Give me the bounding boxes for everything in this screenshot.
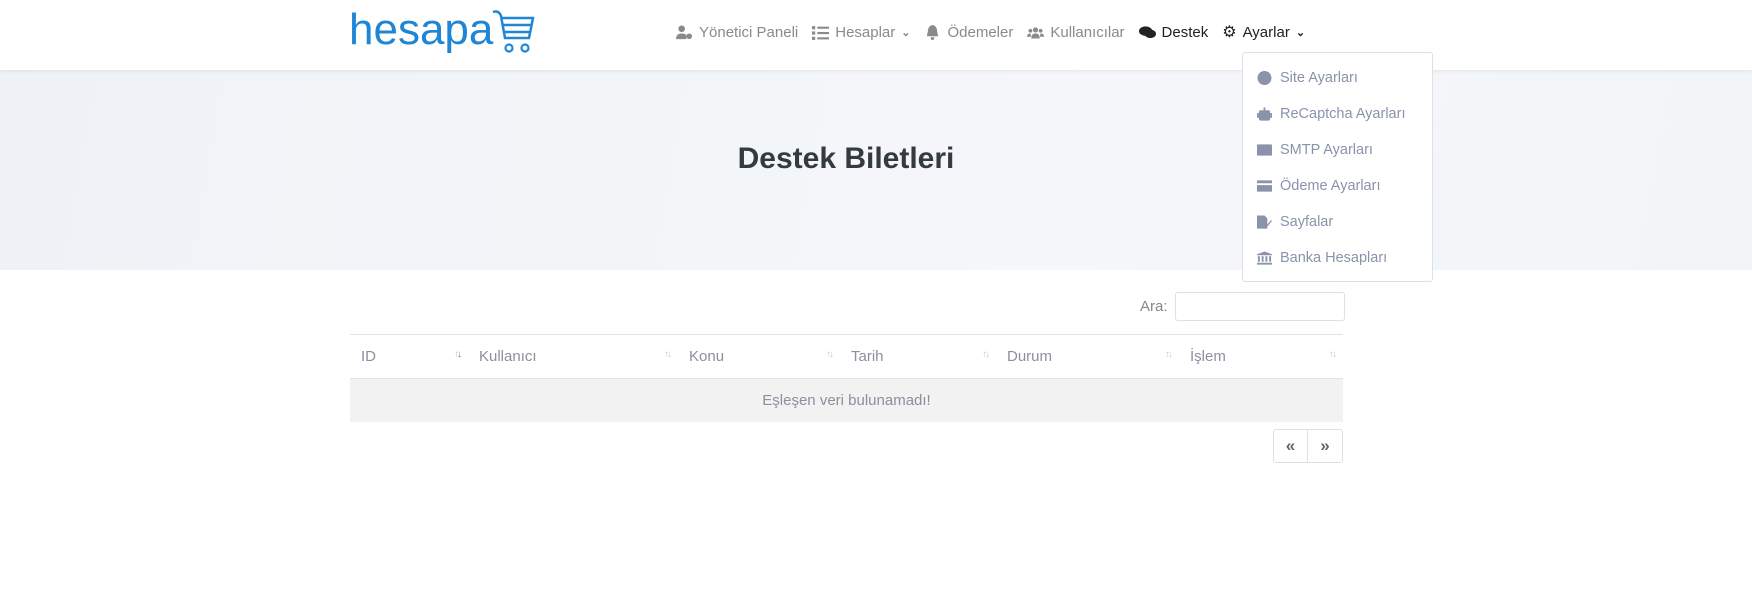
search-box: Ara: xyxy=(1140,292,1345,321)
menu-label: SMTP Ayarları xyxy=(1280,142,1373,158)
nav-ayarlar[interactable]: ⚙ Ayarlar ⌄ xyxy=(1222,22,1305,42)
nav-kullanicilar[interactable]: Kullanıcılar xyxy=(1027,23,1125,41)
nav-odemeler[interactable]: Ödemeler xyxy=(924,24,1013,41)
list-icon xyxy=(812,25,830,40)
search-label: Ara: xyxy=(1140,298,1168,315)
column-label: Kullanıcı xyxy=(479,348,537,365)
user-cog-icon xyxy=(676,24,692,39)
column-header-kullanici[interactable]: Kullanıcı ↑↓ xyxy=(468,334,678,379)
sort-icon: ↑↓ xyxy=(664,349,672,360)
chevron-down-icon: ⌄ xyxy=(1295,26,1306,39)
robot-icon xyxy=(1257,107,1272,121)
nav-hesaplar[interactable]: Hesaplar ⌄ xyxy=(812,24,910,41)
users-icon xyxy=(1027,26,1045,38)
nav-label: Yönetici Paneli xyxy=(699,23,799,41)
file-edit-icon xyxy=(1257,215,1272,229)
menu-label: Site Ayarları xyxy=(1280,70,1358,86)
globe-icon xyxy=(1257,71,1272,85)
menu-banka-hesaplari[interactable]: Banka Hesapları xyxy=(1243,240,1432,276)
envelope-icon xyxy=(1257,144,1272,156)
menu-smtp-ayarlari[interactable]: SMTP Ayarları xyxy=(1243,132,1432,168)
menu-label: Banka Hesapları xyxy=(1280,250,1388,266)
menu-recaptcha-ayarlari[interactable]: ReCaptcha Ayarları xyxy=(1243,96,1432,132)
tickets-table: ID ↑↓ Kullanıcı ↑↓ Konu ↑↓ Tarih ↑↓ Durum ↑↓ … xyxy=(350,334,1343,422)
sort-icon: ↑↓ xyxy=(982,349,990,360)
column-header-id[interactable]: ID ↑↓ xyxy=(350,334,468,379)
column-header-durum[interactable]: Durum ↑↓ xyxy=(996,334,1179,379)
menu-label: Sayfalar xyxy=(1280,214,1334,230)
chevron-down-icon: ⌄ xyxy=(901,26,911,39)
nav-label: Destek xyxy=(1161,23,1209,41)
empty-message: Eşleşen veri bulunamadı! xyxy=(350,378,1343,422)
bank-icon xyxy=(1257,251,1272,265)
nav-yonetici-paneli[interactable]: Yönetici Paneli xyxy=(676,24,798,41)
column-header-konu[interactable]: Konu ↑↓ xyxy=(678,334,840,379)
sort-icon: ↑↓ xyxy=(826,349,834,360)
menu-label: Ödeme Ayarları xyxy=(1280,178,1381,194)
next-page-button[interactable]: » xyxy=(1308,429,1343,463)
nav-label: Kullanıcılar xyxy=(1050,23,1125,41)
cart-icon xyxy=(492,10,535,53)
nav-label: Hesaplar xyxy=(835,23,896,41)
column-label: ID xyxy=(361,348,376,365)
search-input[interactable] xyxy=(1174,292,1345,321)
logo-text: hesapa xyxy=(349,5,494,54)
column-label: Tarih xyxy=(851,348,884,365)
column-label: İşlem xyxy=(1190,348,1226,365)
column-header-islem[interactable]: İşlem ↑↓ xyxy=(1179,334,1343,379)
bell-icon xyxy=(927,24,939,40)
page-title: Destek Biletleri xyxy=(737,142,955,175)
credit-card-icon xyxy=(1257,180,1272,192)
page-hero: Destek Biletleri xyxy=(0,70,1752,270)
nav-label: Ödemeler xyxy=(947,23,1014,41)
logo[interactable]: hesapa xyxy=(349,5,535,54)
pagination: « » xyxy=(1273,429,1343,463)
column-header-tarih[interactable]: Tarih ↑↓ xyxy=(840,334,996,379)
main-nav: Yönetici Paneli Hesaplar ⌄ Ödemeler Kulla… xyxy=(676,22,1305,42)
nav-destek[interactable]: Destek xyxy=(1138,23,1209,41)
sort-icon: ↑↓ xyxy=(1165,349,1173,360)
menu-sayfalar[interactable]: Sayfalar xyxy=(1243,204,1432,240)
sort-icon: ↑↓ xyxy=(1329,349,1337,360)
previous-page-button[interactable]: « xyxy=(1273,429,1308,463)
menu-odeme-ayarlari[interactable]: Ödeme Ayarları xyxy=(1243,168,1432,204)
comments-icon xyxy=(1138,25,1156,38)
settings-dropdown: Site Ayarları ReCaptcha Ayarları SMTP Ay… xyxy=(1242,52,1433,282)
gear-icon: ⚙ xyxy=(1222,24,1237,41)
table-row-empty: Eşleşen veri bulunamadı! xyxy=(350,378,1343,422)
header: hesapa Yönetici Paneli Hesaplar ⌄ Ödemele… xyxy=(0,0,1752,70)
column-label: Konu xyxy=(689,348,725,365)
menu-site-ayarlari[interactable]: Site Ayarları xyxy=(1243,60,1432,96)
menu-label: ReCaptcha Ayarları xyxy=(1280,106,1406,122)
nav-label: Ayarlar xyxy=(1242,23,1290,41)
column-label: Durum xyxy=(1007,348,1053,365)
sort-icon: ↑↓ xyxy=(454,349,462,360)
